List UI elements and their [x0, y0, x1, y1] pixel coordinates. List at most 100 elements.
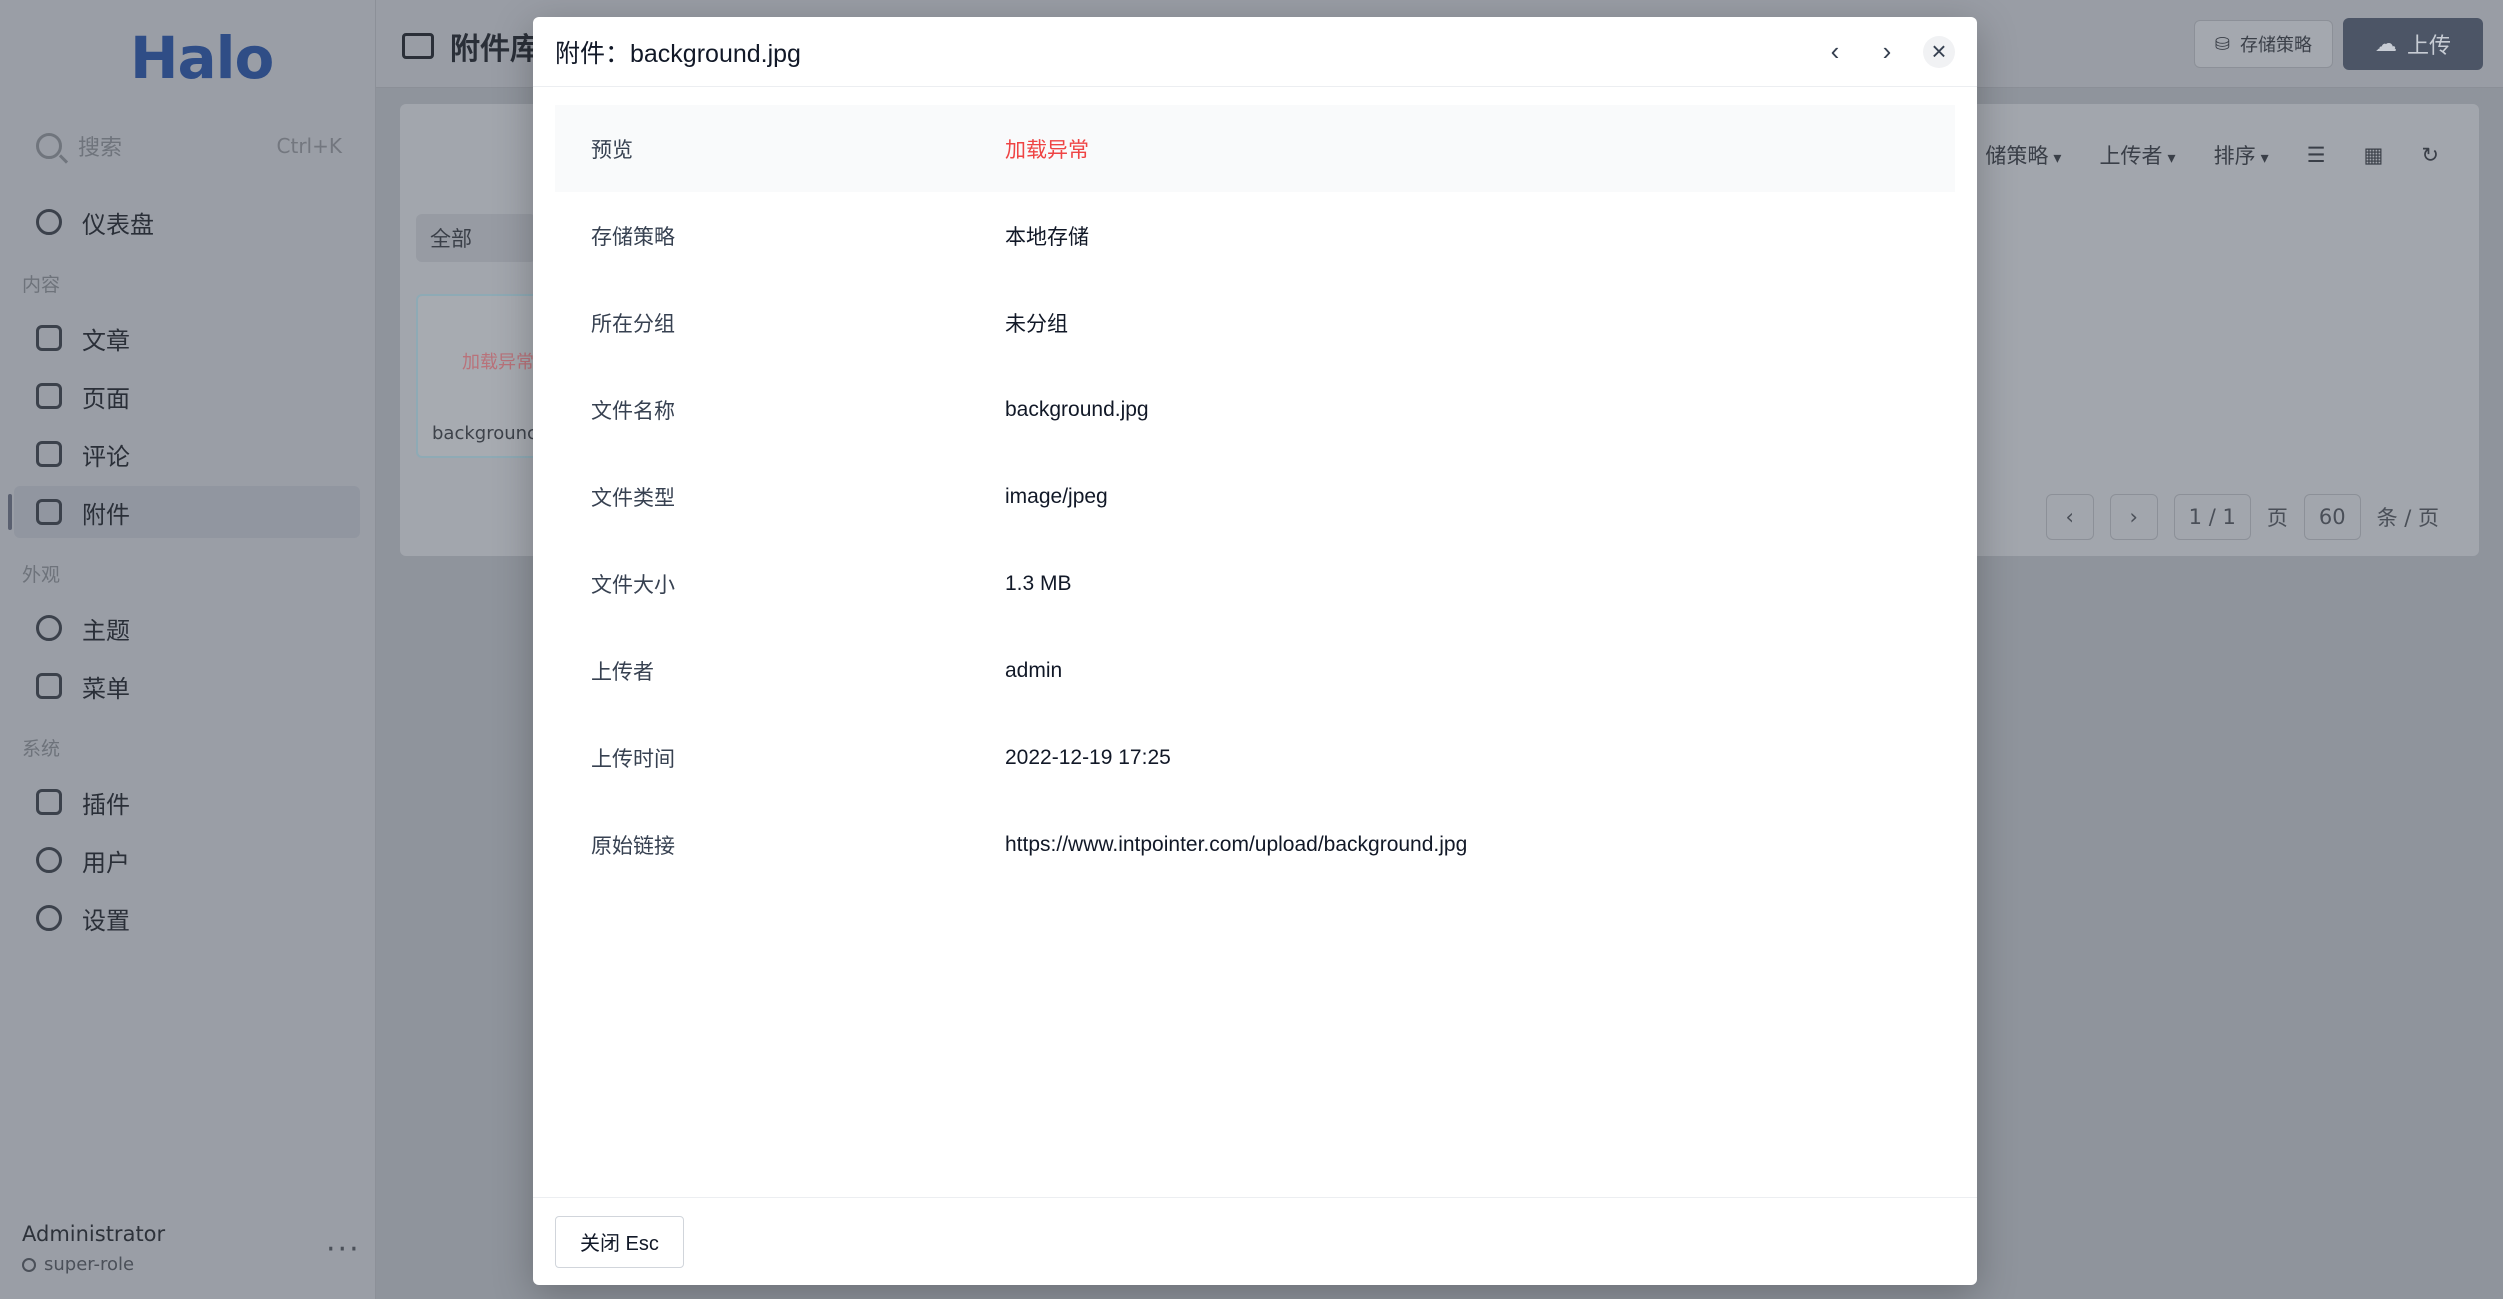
- page-select[interactable]: 1 / 1: [2173, 494, 2251, 540]
- modal-title: 附件：background.jpg: [555, 39, 801, 68]
- user-role: super-role: [22, 1254, 165, 1275]
- detail-value: 2022-12-19 17:25: [1005, 745, 1171, 769]
- detail-label: 文件类型: [591, 486, 675, 510]
- modal-body: 预览 加载异常 存储策略 本地存储 所在分组 未分组 文件名称 backgrou…: [533, 87, 1977, 888]
- detail-row-url: 原始链接 https://www.intpointer.com/upload/b…: [555, 801, 1955, 888]
- dashboard-icon: [36, 209, 62, 235]
- sidebar-item-label: 主题: [82, 616, 130, 645]
- detail-row-policy: 存储策略 本地存储: [555, 192, 1955, 279]
- uploader-filter[interactable]: 上传者: [2099, 140, 2175, 170]
- page-title: 附件库: [402, 24, 540, 68]
- sidebar-item-label: 插件: [82, 790, 130, 819]
- chevron-left-icon[interactable]: ‹: [1819, 36, 1851, 68]
- pagination: ‹ › 1 / 1 页 60 条 / 页: [2045, 494, 2439, 540]
- detail-value: 未分组: [1005, 312, 1068, 336]
- more-options-icon[interactable]: ···: [326, 1232, 361, 1267]
- gear-icon: [36, 905, 62, 931]
- sidebar-item-comments[interactable]: 评论: [14, 428, 360, 480]
- sort-filter[interactable]: 排序: [2214, 140, 2269, 170]
- folder-icon: [36, 499, 62, 525]
- search-placeholder: 搜索: [78, 136, 123, 161]
- plug-icon: [36, 789, 62, 815]
- database-icon: ⛁: [2214, 33, 2230, 55]
- cloud-upload-icon: ☁: [2374, 31, 2397, 57]
- menu-icon: [36, 673, 62, 699]
- detail-row-uploader: 上传者 admin: [555, 627, 1955, 714]
- storage-policy-label: 存储策略: [2240, 35, 2312, 56]
- sidebar-item-pages[interactable]: 页面: [14, 370, 360, 422]
- sidebar-item-settings[interactable]: 设置: [14, 892, 360, 944]
- close-button[interactable]: 关闭 Esc: [555, 1215, 684, 1268]
- detail-label: 原始链接: [591, 834, 675, 858]
- grid-view-icon[interactable]: ▦: [2364, 143, 2384, 167]
- user-icon: [36, 847, 62, 873]
- sidebar-item-attachments[interactable]: 附件: [8, 486, 360, 538]
- detail-row-preview: 预览 加载异常: [555, 105, 1955, 192]
- detail-label: 预览: [591, 138, 633, 162]
- refresh-icon[interactable]: ↻: [2421, 143, 2439, 167]
- sidebar-item-label: 设置: [82, 906, 130, 935]
- thumbnail-error: 加载异常: [462, 352, 534, 373]
- page-label: 页: [2266, 506, 2288, 530]
- detail-label: 文件名称: [591, 399, 675, 423]
- nav-group-system: 系统: [22, 738, 61, 760]
- detail-row-filesize: 文件大小 1.3 MB: [555, 540, 1955, 627]
- sidebar-item-menus[interactable]: 菜单: [14, 660, 360, 712]
- detail-label: 所在分组: [591, 312, 675, 336]
- sidebar-item-users[interactable]: 用户: [14, 834, 360, 886]
- detail-row-filetype: 文件类型 image/jpeg: [555, 453, 1955, 540]
- sidebar-item-dashboard[interactable]: 仪表盘: [14, 196, 360, 248]
- original-link[interactable]: https://www.intpointer.com/upload/backgr…: [1005, 833, 1467, 857]
- thumbnail-name: backgrounc: [432, 423, 537, 444]
- prev-page-button[interactable]: ‹: [2045, 494, 2094, 540]
- halo-logo: Halo: [130, 24, 274, 92]
- sidebar-item-label: 用户: [82, 848, 130, 877]
- page-title-text: 附件库: [450, 32, 540, 67]
- chevron-right-icon[interactable]: ›: [1871, 36, 1903, 68]
- list-view-icon[interactable]: ☰: [2307, 143, 2326, 167]
- filter-toolbar: 储策略 上传者 排序 ☰ ▦ ↻: [1985, 140, 2479, 170]
- modal-header: 附件：background.jpg ‹ › ×: [533, 17, 1977, 87]
- detail-row-group: 所在分组 未分组: [555, 279, 1955, 366]
- policy-filter[interactable]: 储策略: [1985, 140, 2061, 170]
- next-page-button[interactable]: ›: [2109, 494, 2158, 540]
- folder-icon: [402, 33, 434, 59]
- detail-value: 1.3 MB: [1005, 571, 1072, 595]
- close-icon[interactable]: ×: [1923, 35, 1955, 68]
- sidebar-item-label: 评论: [82, 442, 130, 471]
- storage-policy-button[interactable]: ⛁ 存储策略: [2193, 20, 2333, 68]
- upload-label: 上传: [2406, 34, 2451, 59]
- upload-button[interactable]: ☁ 上传: [2343, 18, 2483, 70]
- detail-value: image/jpeg: [1005, 484, 1108, 508]
- search-shortcut: Ctrl+K: [276, 134, 342, 158]
- modal-footer: 关闭 Esc: [533, 1197, 1977, 1285]
- sidebar-item-themes[interactable]: 主题: [14, 602, 360, 654]
- user-role-label: super-role: [44, 1254, 135, 1275]
- search-icon: [36, 133, 62, 159]
- nav-group-appearance: 外观: [22, 564, 61, 586]
- sidebar-item-label: 菜单: [82, 674, 130, 703]
- detail-row-uploaded-at: 上传时间 2022-12-19 17:25: [555, 714, 1955, 801]
- detail-value: background.jpg: [1005, 397, 1149, 421]
- tab-all[interactable]: 全部: [416, 214, 536, 262]
- sidebar-item-posts[interactable]: 文章: [14, 312, 360, 364]
- page-size-label: 条 / 页: [2376, 506, 2439, 530]
- preview-error: 加载异常: [1005, 138, 1089, 162]
- detail-label: 文件大小: [591, 573, 675, 597]
- sidebar-item-label: 文章: [82, 326, 130, 355]
- current-user: Administrator super-role: [22, 1222, 165, 1275]
- detail-label: 上传者: [591, 660, 654, 684]
- attachment-detail-modal: 附件：background.jpg ‹ › × 预览 加载异常 存储策略 本地存…: [533, 17, 1977, 1285]
- detail-value: 本地存储: [1005, 225, 1089, 249]
- sidebar-item-label: 页面: [82, 384, 130, 413]
- sidebar-search[interactable]: 搜索 Ctrl+K: [22, 124, 354, 168]
- sidebar-item-label: 仪表盘: [82, 210, 154, 239]
- sidebar-item-plugins[interactable]: 插件: [14, 776, 360, 828]
- sidebar-item-label: 附件: [82, 500, 130, 529]
- modal-actions: ‹ › ×: [1819, 35, 1955, 68]
- detail-row-filename: 文件名称 background.jpg: [555, 366, 1955, 453]
- detail-label: 上传时间: [591, 747, 675, 771]
- book-icon: [36, 325, 62, 351]
- page-size-select[interactable]: 60: [2303, 494, 2361, 540]
- detail-label: 存储策略: [591, 225, 675, 249]
